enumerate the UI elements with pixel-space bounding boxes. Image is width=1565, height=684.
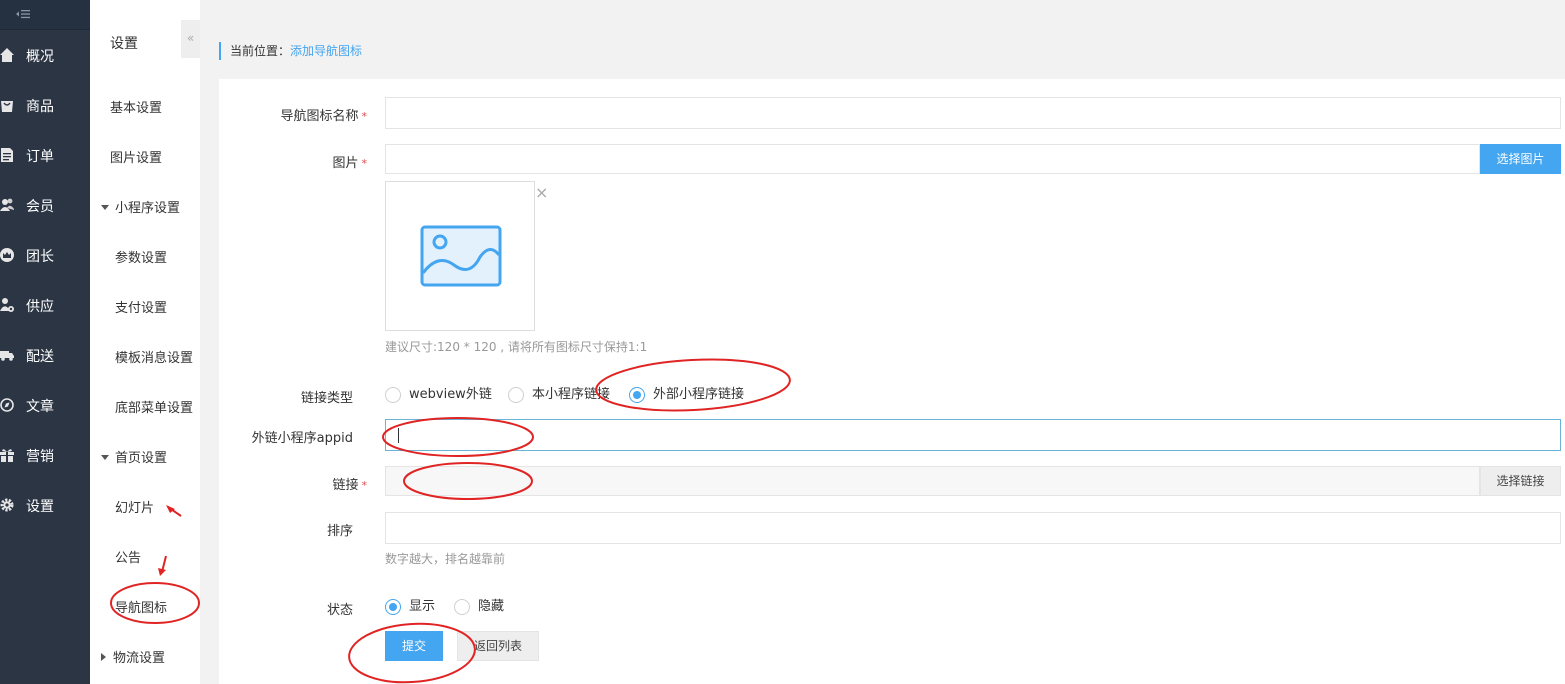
radio-button[interactable] [629,387,645,403]
supplier-icon [0,298,14,312]
nav-item-label: 营销 [26,449,54,465]
breadcrumb-current[interactable]: 添加导航图标 [290,44,362,58]
sort-field[interactable] [385,512,1561,544]
settings-sidebar: 设置 基本设置 图片设置 小程序设置 参数设置 支付设置 模板消息设置 底部菜单… [90,0,200,684]
sidebar-item-template-msg[interactable]: 模板消息设置 [115,347,193,366]
users-icon [0,198,14,211]
breadcrumb: 当前位置：添加导航图标 [219,42,362,60]
sidebar-item-slides[interactable]: 幻灯片 [115,497,154,516]
sidebar-item-bottom-menu[interactable]: 底部菜单设置 [115,397,193,416]
image-placeholder-icon [420,225,502,287]
link-label: 链接 * [332,478,368,493]
link-field[interactable] [385,466,1480,496]
link-input[interactable] [386,467,1479,495]
radio-label: 本小程序链接 [532,387,611,402]
nav-item-label: 团长 [26,249,54,265]
nav-item-overview[interactable]: 概况 [0,38,90,72]
image-size-hint: 建议尺寸:120 * 120 , 请将所有图标尺寸保持1:1 [385,340,648,354]
nav-item-products[interactable]: 商品 [0,88,90,122]
caret-right-icon [101,653,106,661]
radio-button[interactable] [508,387,524,403]
radio-button[interactable] [454,599,470,615]
nav-item-label: 供应 [26,299,54,315]
required-mark: * [361,479,368,492]
sidebar-group-label: 首页设置 [115,451,168,466]
document-icon [1,148,13,162]
breadcrumb-prefix: 当前位置： [230,44,291,58]
link-type-label: 链接类型 [300,391,353,406]
radio-label: webview外链 [409,387,492,402]
sidebar-item-payment[interactable]: 支付设置 [115,297,167,316]
required-mark: * [361,110,368,123]
required-mark: * [361,157,368,170]
image-path-field[interactable] [385,144,1480,174]
submit-button[interactable]: 提交 [385,631,443,661]
choose-link-button[interactable]: 选择链接 [1480,466,1561,496]
form-panel: 导航图标名称 * 图片 * 选择图片 × 建议尺寸:120 * 120 , 请将所有… [219,79,1565,684]
sidebar-item-params[interactable]: 参数设置 [115,247,167,266]
sidebar-item-basic[interactable]: 基本设置 [110,97,162,116]
sidebar-group-logistics[interactable]: 物流设置 [101,647,165,666]
gear-icon [0,498,14,512]
nav-item-label: 文章 [26,399,54,415]
home-icon [0,48,14,62]
sidebar-item-nav-icon[interactable]: 导航图标 [115,597,167,616]
radio-label: 显示 [409,599,436,614]
sidebar-group-label: 小程序设置 [115,201,181,216]
nav-item-supply[interactable]: 供应 [0,288,90,322]
bag-icon [1,101,13,112]
caret-down-icon [101,205,109,210]
truck-icon [0,351,14,361]
remove-image-icon[interactable]: × [535,183,548,202]
name-label: 导航图标名称 * [280,109,368,124]
nav-toggle-button[interactable] [0,0,90,30]
compass-icon [0,398,14,412]
sort-hint: 数字越大，排名越靠前 [385,552,506,566]
sidebar-group-miniprogram[interactable]: 小程序设置 [101,197,180,216]
sidebar-group-homepage[interactable]: 首页设置 [101,447,167,466]
nav-item-label: 概况 [26,49,54,65]
name-field[interactable] [385,97,1561,129]
nav-item-orders[interactable]: 订单 [0,138,90,172]
sort-input[interactable] [386,513,1560,543]
caret-down-icon [101,455,109,460]
radio-button[interactable] [385,599,401,615]
appid-label: 外链小程序appid [251,431,353,446]
image-label: 图片 * [332,156,368,171]
name-input[interactable] [386,98,1560,128]
nav-item-delivery[interactable]: 配送 [0,338,90,372]
gift-icon [0,449,14,462]
sidebar-item-notice[interactable]: 公告 [115,547,141,566]
choose-image-button[interactable]: 选择图片 [1480,144,1561,174]
appid-field[interactable] [385,419,1561,451]
back-to-list-button[interactable]: 返回列表 [457,631,539,661]
radio-label: 外部小程序链接 [653,387,745,402]
nav-item-label: 设置 [26,499,54,515]
nav-item-label: 订单 [26,149,54,165]
status-label: 状态 [326,603,353,618]
appid-input[interactable] [386,420,1560,450]
text-cursor [398,428,399,443]
main-nav: 概况 商品 订单 会员 团长 供应 配送 文章 营销 设置 [0,0,90,684]
sidebar-collapse-button[interactable]: « [181,20,200,58]
menu-collapse-icon [16,10,30,19]
nav-item-members[interactable]: 会员 [0,188,90,222]
image-preview [385,181,535,331]
nav-item-articles[interactable]: 文章 [0,388,90,422]
sort-label: 排序 [326,524,353,539]
nav-item-label: 商品 [26,99,54,115]
sidebar-item-image[interactable]: 图片设置 [110,147,162,166]
nav-item-label: 会员 [26,199,54,215]
radio-button[interactable] [385,387,401,403]
sidebar-group-label: 物流设置 [113,651,166,666]
nav-item-marketing[interactable]: 营销 [0,438,90,472]
nav-item-label: 配送 [26,349,54,365]
crown-icon [0,248,14,262]
radio-label: 隐藏 [478,599,505,614]
sidebar-title: 设置 [110,36,138,52]
nav-item-leaders[interactable]: 团长 [0,238,90,272]
nav-item-settings[interactable]: 设置 [0,488,90,522]
image-path-input[interactable] [386,145,1479,173]
